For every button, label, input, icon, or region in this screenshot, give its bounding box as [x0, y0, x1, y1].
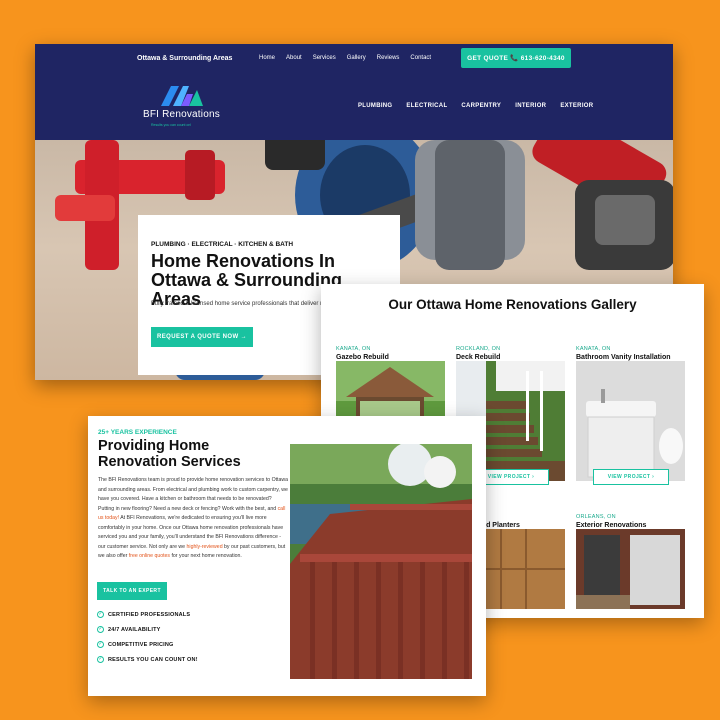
services-title: Providing Home Renovation Services — [98, 438, 241, 470]
logo-tagline: Results you can count on! — [151, 123, 192, 127]
service-area-label: Ottawa & Surrounding Areas — [137, 55, 233, 62]
talk-to-expert-button[interactable]: TALK TO AN EXPERT — [97, 582, 167, 600]
get-quote-button[interactable]: GET QUOTE 📞 613-620-4340 — [461, 48, 571, 68]
nav-exterior[interactable]: EXTERIOR — [560, 103, 593, 109]
gallery-item-name: Deck Rebuild — [456, 354, 501, 361]
exterior-renovation-photo — [576, 529, 685, 609]
nav-contact[interactable]: Contact — [410, 55, 431, 61]
gallery-item-location: KANATA, ON — [336, 346, 371, 352]
gallery-title: Our Ottawa Home Renovations Gallery — [388, 297, 637, 312]
top-bar: Ottawa & Surrounding Areas Home About Se… — [35, 44, 673, 74]
services-text-4: for your next home renovation. — [171, 553, 242, 559]
experience-kicker: 25+ YEARS EXPERIENCE — [98, 429, 177, 436]
view-project-button[interactable]: VIEW PROJECT › — [593, 469, 669, 485]
services-screenshot: 25+ YEARS EXPERIENCE Providing Home Reno… — [88, 416, 486, 696]
gallery-item-location: ORLEANS, ON — [576, 514, 616, 520]
bathroom-vanity-photo — [576, 361, 685, 481]
gallery-item-name: Exterior Renovations — [576, 522, 647, 529]
check-circle-icon: ✓ — [97, 611, 104, 618]
gallery-item-location: KANATA, ON — [576, 346, 611, 352]
gallery-item-name: Bathroom Vanity Installation — [576, 354, 671, 361]
feature-label: CERTIFIED PROFESSIONALS — [108, 611, 191, 618]
nav-plumbing[interactable]: PLUMBING — [358, 103, 392, 109]
feature-item: ✓ RESULTS YOU CAN COUNT ON! — [97, 656, 198, 663]
check-circle-icon: ✓ — [97, 641, 104, 648]
feature-label: RESULTS YOU CAN COUNT ON! — [108, 656, 198, 663]
nav-reviews[interactable]: Reviews — [377, 55, 400, 61]
main-nav: PLUMBING ELECTRICAL CARPENTRY INTERIOR E… — [358, 103, 593, 109]
check-circle-icon: ✓ — [97, 626, 104, 633]
nav-home[interactable]: Home — [259, 55, 275, 61]
nav-carpentry[interactable]: CARPENTRY — [461, 103, 501, 109]
services-text-1: The BFI Renovations team is proud to pro… — [98, 477, 289, 512]
feature-item: ✓ 24/7 AVAILABILITY — [97, 626, 161, 633]
nav-interior[interactable]: INTERIOR — [515, 103, 546, 109]
logo[interactable]: BFI Renovations Results you can count on… — [139, 82, 229, 132]
services-description: The BFI Renovations team is proud to pro… — [98, 476, 288, 562]
feature-item: ✓ CERTIFIED PROFESSIONALS — [97, 611, 190, 618]
request-quote-button[interactable]: REQUEST A QUOTE NOW → — [151, 327, 253, 347]
free-quotes-link[interactable]: free online quotes — [129, 553, 170, 559]
nav-electrical[interactable]: ELECTRICAL — [406, 103, 447, 109]
gallery-item-location: ROCKLAND, ON — [456, 346, 501, 352]
deck-photo — [290, 444, 472, 679]
nav-gallery[interactable]: Gallery — [347, 55, 366, 61]
nav-services[interactable]: Services — [313, 55, 336, 61]
gallery-item[interactable]: ORLEANS, ON Exterior Renovations — [576, 514, 685, 614]
highly-reviewed-link[interactable]: highly-reviewed — [187, 544, 223, 550]
gallery-item-name: Gazebo Rebuild — [336, 354, 389, 361]
nav-about[interactable]: About — [286, 55, 302, 61]
gallery-item[interactable]: KANATA, ON Bathroom Vanity Installation … — [576, 346, 685, 496]
logo-mark-icon — [161, 86, 203, 106]
feature-label: COMPETITIVE PRICING — [108, 641, 174, 648]
logo-name: BFI Renovations — [143, 109, 220, 120]
top-nav: Home About Services Gallery Reviews Cont… — [259, 55, 431, 61]
hero-kicker: PLUMBING · ELECTRICAL · KITCHEN & BATH — [151, 241, 294, 248]
feature-label: 24/7 AVAILABILITY — [108, 626, 161, 633]
check-circle-icon: ✓ — [97, 656, 104, 663]
feature-item: ✓ COMPETITIVE PRICING — [97, 641, 174, 648]
